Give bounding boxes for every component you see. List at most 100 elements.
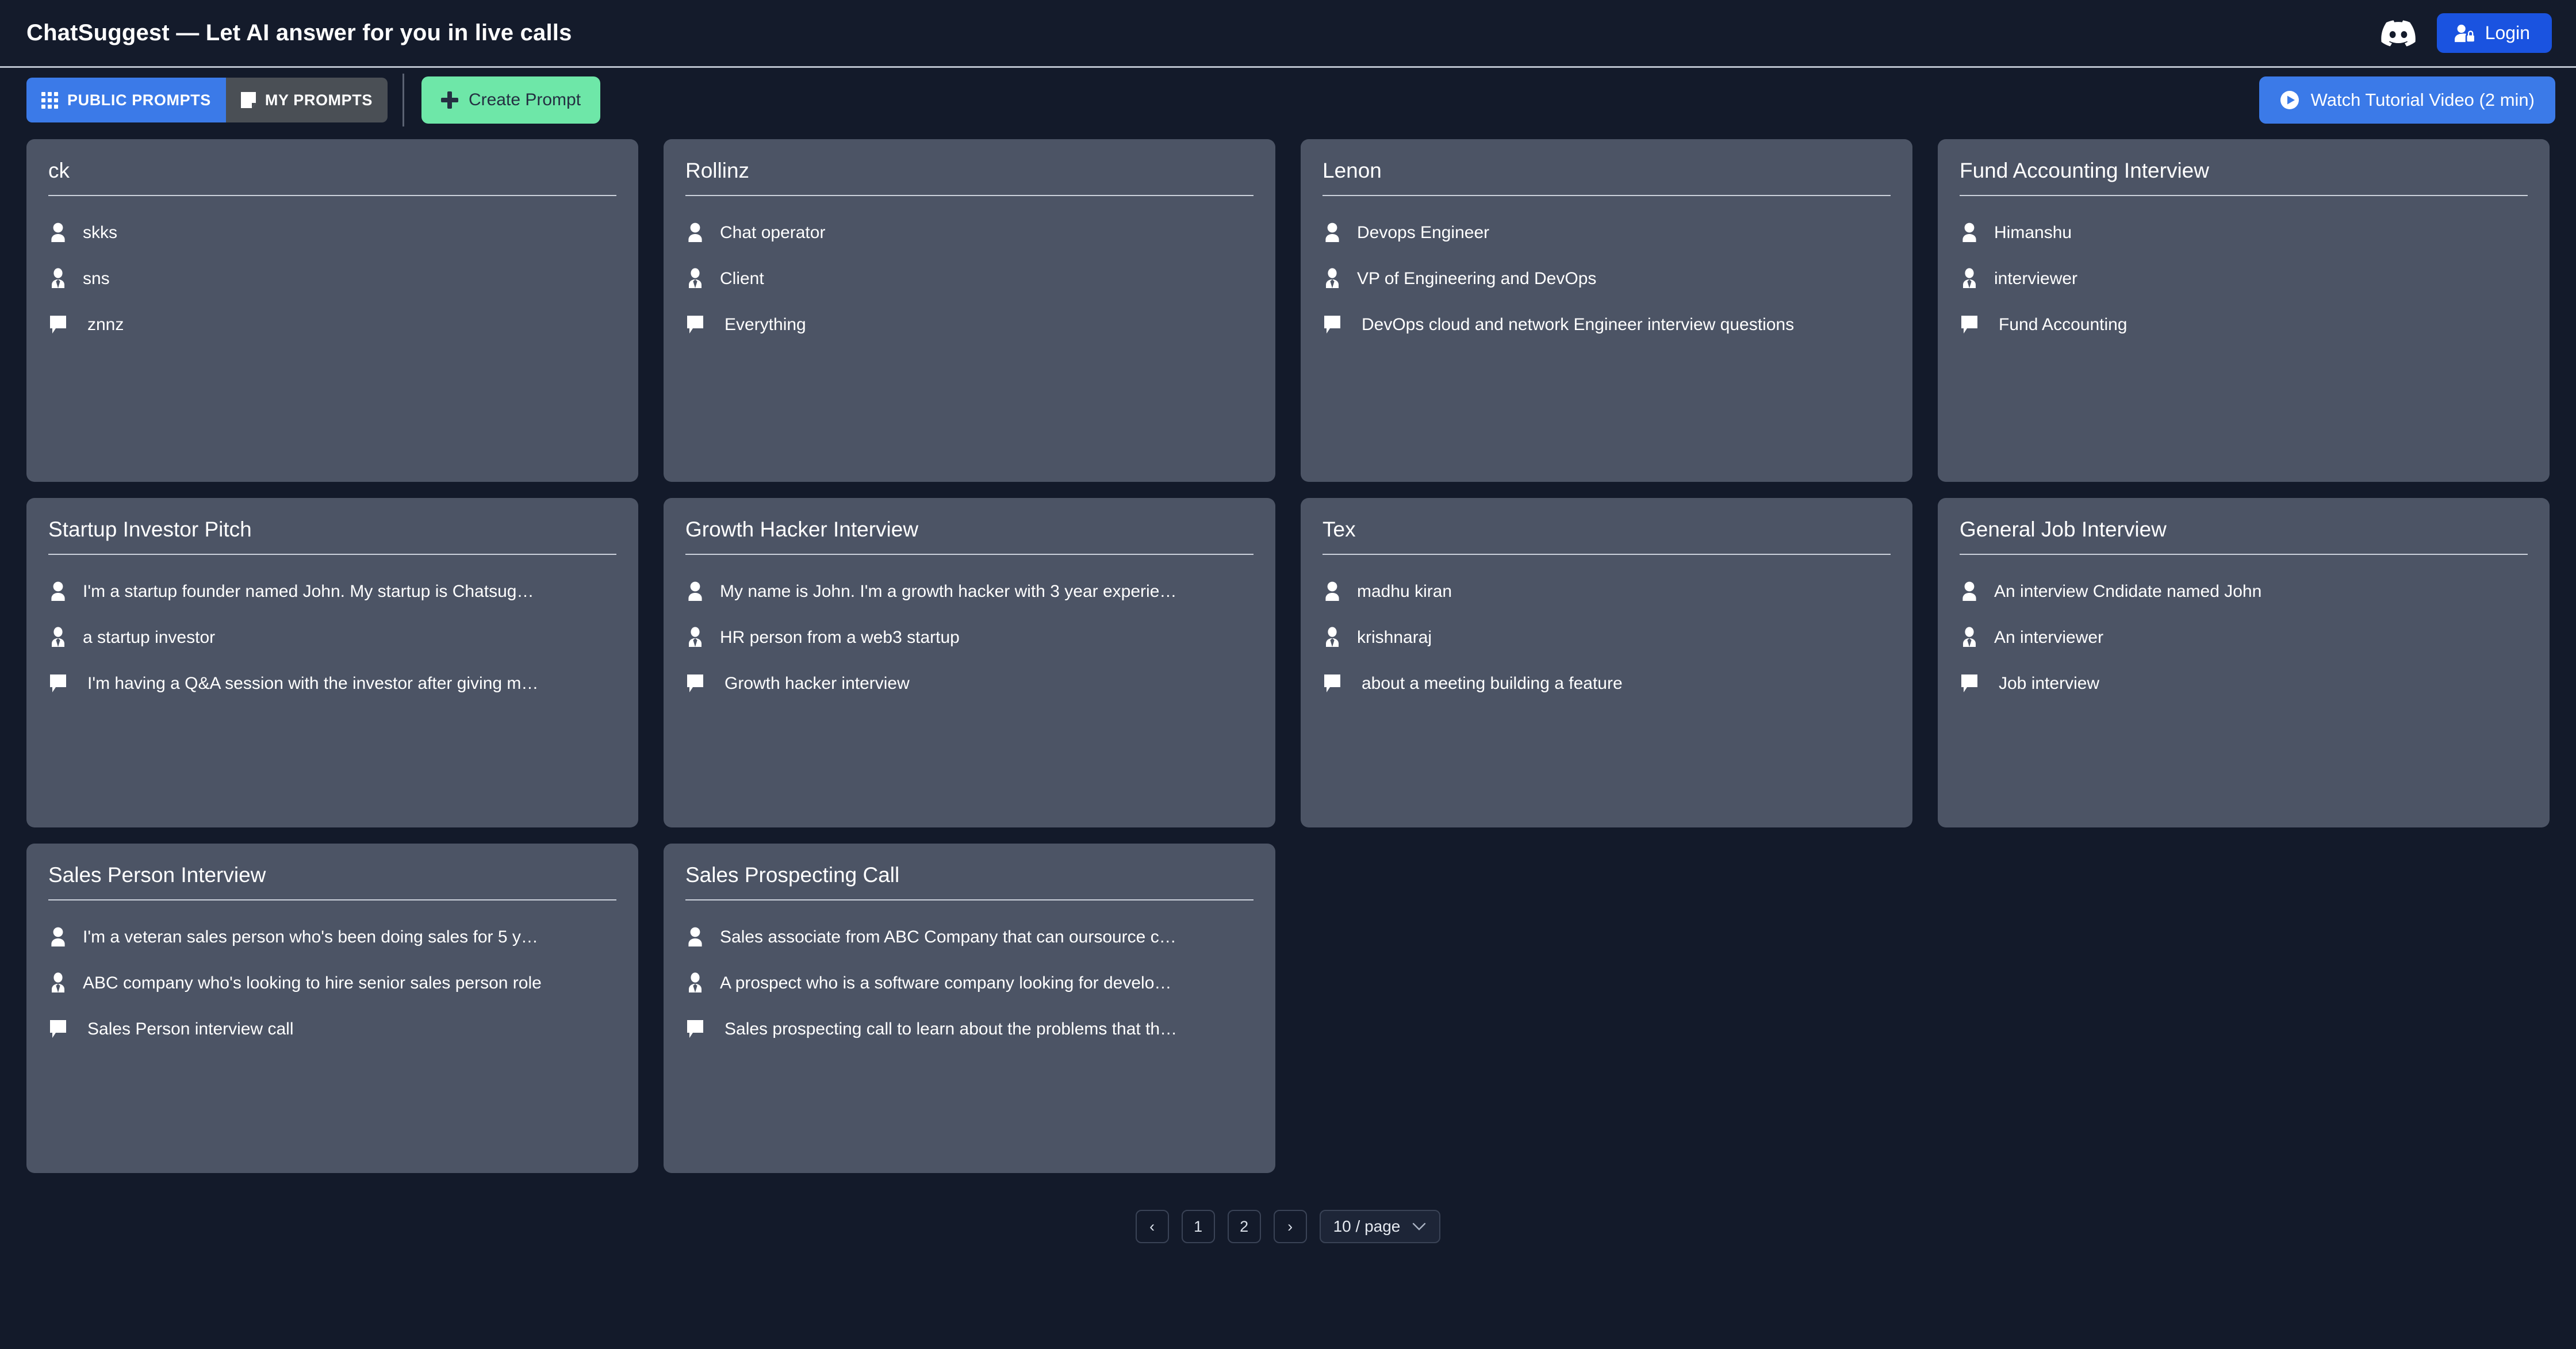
- prompt-card-divider: [685, 194, 1254, 196]
- person-icon: [1322, 581, 1342, 603]
- speech-bubble-icon: [685, 314, 705, 336]
- speech-bubble-icon: [1960, 673, 1979, 695]
- speech-bubble-icon: [48, 1018, 68, 1040]
- prompt-row-topic-text: Growth hacker interview: [724, 673, 910, 693]
- person-icon: [1322, 222, 1342, 244]
- prompt-card-divider: [1322, 553, 1891, 555]
- pagination-prev-button[interactable]: ‹: [1135, 1210, 1169, 1243]
- prompt-card-title: Fund Accounting Interview: [1960, 159, 2209, 182]
- toolbar-divider: [402, 74, 404, 127]
- prompt-row-you-text: An interview Cndidate named John: [1994, 581, 2262, 601]
- prompt-row-other: VP of Engineering and DevOps: [1322, 256, 1891, 302]
- prompt-row-other-text: krishnaraj: [1357, 627, 1432, 647]
- prompt-row-other: krishnaraj: [1322, 615, 1891, 661]
- prompt-card[interactable]: Sales Person Interview I'm a veteran sale…: [26, 844, 638, 1173]
- person-tie-icon: [685, 972, 705, 994]
- prompt-card-rows: madhu kiran krishnaraj about a meeting bui…: [1322, 558, 1891, 707]
- login-button[interactable]: Login: [2436, 13, 2552, 53]
- prompt-card[interactable]: Tex madhu kiran krishnaraj about a meeting …: [1301, 498, 1912, 827]
- prompt-card-title: Rollinz: [685, 159, 750, 182]
- prompt-row-you-text: I'm a veteran sales person who's been do…: [83, 927, 538, 946]
- prompt-row-topic-text: znnz: [87, 315, 124, 334]
- pagination: ‹ 1 2 › 10 / page: [0, 1210, 2576, 1243]
- speech-bubble-icon: [1322, 314, 1342, 336]
- prompt-card[interactable]: General Job Interview An interview Cndida…: [1938, 498, 2550, 827]
- prompt-card-rows: I'm a startup founder named John. My sta…: [48, 558, 616, 707]
- prompt-card-title: Startup Investor Pitch: [48, 518, 252, 541]
- header-actions: Login: [2380, 13, 2552, 53]
- watch-tutorial-button[interactable]: Watch Tutorial Video (2 min): [2259, 76, 2555, 124]
- prompt-row-topic: about a meeting building a feature: [1322, 661, 1891, 707]
- prompt-card[interactable]: Lenon Devops Engineer VP of Engineering an…: [1301, 139, 1912, 482]
- pagination-page-2[interactable]: 2: [1227, 1210, 1261, 1243]
- prompt-row-you-text: Himanshu: [1994, 223, 2072, 242]
- prompt-row-other: A prospect who is a software company loo…: [685, 960, 1254, 1006]
- prompt-card[interactable]: Fund Accounting Interview Himanshu intervi…: [1938, 139, 2550, 482]
- prompt-row-other-text: A prospect who is a software company loo…: [720, 973, 1172, 992]
- prompt-card-title: General Job Interview: [1960, 518, 2167, 541]
- prompt-card[interactable]: Startup Investor Pitch I'm a startup foun…: [26, 498, 638, 827]
- prompt-card[interactable]: ck skks sns znnz: [26, 139, 638, 482]
- discord-icon[interactable]: [2380, 20, 2416, 47]
- page-title: ChatSuggest — Let AI answer for you in l…: [26, 20, 572, 45]
- person-tie-icon: [1322, 267, 1342, 290]
- toolbar: PUBLIC PROMPTS MY PROMPTS Create Prompt …: [0, 68, 2576, 132]
- prompt-row-other-text: HR person from a web3 startup: [720, 627, 960, 647]
- prompt-row-other-text: ABC company who's looking to hire senior…: [83, 973, 542, 992]
- person-icon: [48, 581, 68, 603]
- prompt-card-title: ck: [48, 159, 70, 182]
- tab-public-prompts[interactable]: PUBLIC PROMPTS: [26, 78, 226, 122]
- prompt-row-topic: Sales Person interview call: [48, 1006, 616, 1052]
- prompt-row-you: Devops Engineer: [1322, 210, 1891, 256]
- prompt-row-topic-text: Fund Accounting: [1999, 315, 2128, 334]
- prompt-card-divider: [48, 899, 616, 900]
- prompt-card-rows: My name is John. I'm a growth hacker wit…: [685, 558, 1254, 707]
- plus-icon: [440, 91, 458, 109]
- tab-my-prompts[interactable]: MY PROMPTS: [225, 78, 388, 122]
- person-tie-icon: [48, 626, 68, 649]
- person-tie-icon: [685, 267, 705, 290]
- prompt-row-topic: znnz: [48, 302, 616, 348]
- prompt-card[interactable]: Growth Hacker Interview My name is John. …: [664, 498, 1275, 827]
- prompt-card-divider: [48, 553, 616, 555]
- prompt-row-topic: Growth hacker interview: [685, 661, 1254, 707]
- page-size-select[interactable]: 10 / page: [1319, 1210, 1441, 1243]
- pagination-page-1[interactable]: 1: [1181, 1210, 1215, 1243]
- chevron-down-icon: [1412, 1222, 1427, 1231]
- prompt-row-other: a startup investor: [48, 615, 616, 661]
- prompt-row-you: I'm a startup founder named John. My sta…: [48, 569, 616, 615]
- prompt-card-rows: Chat operator Client Everything: [685, 200, 1254, 348]
- pagination-next-button[interactable]: ›: [1273, 1210, 1307, 1243]
- prompt-card-title: Tex: [1322, 518, 1356, 541]
- speech-bubble-icon: [1960, 314, 1979, 336]
- prompt-row-other: sns: [48, 256, 616, 302]
- person-tie-icon: [685, 626, 705, 649]
- prompt-row-you: An interview Cndidate named John: [1960, 569, 2528, 615]
- speech-bubble-icon: [685, 673, 705, 695]
- prompt-card[interactable]: Rollinz Chat operator Client Everything: [664, 139, 1275, 482]
- person-icon: [685, 926, 705, 948]
- prompt-card-title: Lenon: [1322, 159, 1382, 182]
- prompt-card[interactable]: Sales Prospecting Call Sales associate fr…: [664, 844, 1275, 1173]
- prompt-row-you: Chat operator: [685, 210, 1254, 256]
- tab-my-prompts-label: MY PROMPTS: [264, 91, 373, 109]
- prompt-card-rows: Sales associate from ABC Company that ca…: [685, 904, 1254, 1052]
- person-tie-icon: [48, 972, 68, 994]
- prompt-row-you-text: I'm a startup founder named John. My sta…: [83, 581, 534, 601]
- prompt-row-topic-text: about a meeting building a feature: [1362, 673, 1623, 693]
- view-toggle-group: PUBLIC PROMPTS MY PROMPTS: [26, 78, 388, 122]
- create-prompt-button[interactable]: Create Prompt: [421, 76, 601, 124]
- page-size-label: 10 / page: [1333, 1217, 1401, 1235]
- person-icon: [685, 581, 705, 603]
- prompt-row-topic: I'm having a Q&A session with the invest…: [48, 661, 616, 707]
- person-icon: [1960, 222, 1979, 244]
- prompt-row-you: Himanshu: [1960, 210, 2528, 256]
- prompt-row-other: An interviewer: [1960, 615, 2528, 661]
- prompt-row-topic-text: I'm having a Q&A session with the invest…: [87, 673, 539, 693]
- play-circle-icon: [2280, 90, 2299, 110]
- prompt-row-topic-text: Sales Person interview call: [87, 1019, 294, 1038]
- prompt-card-rows: skks sns znnz: [48, 200, 616, 348]
- prompt-card-title: Sales Person Interview: [48, 863, 266, 887]
- prompt-card-divider: [1960, 553, 2528, 555]
- prompt-row-topic: Everything: [685, 302, 1254, 348]
